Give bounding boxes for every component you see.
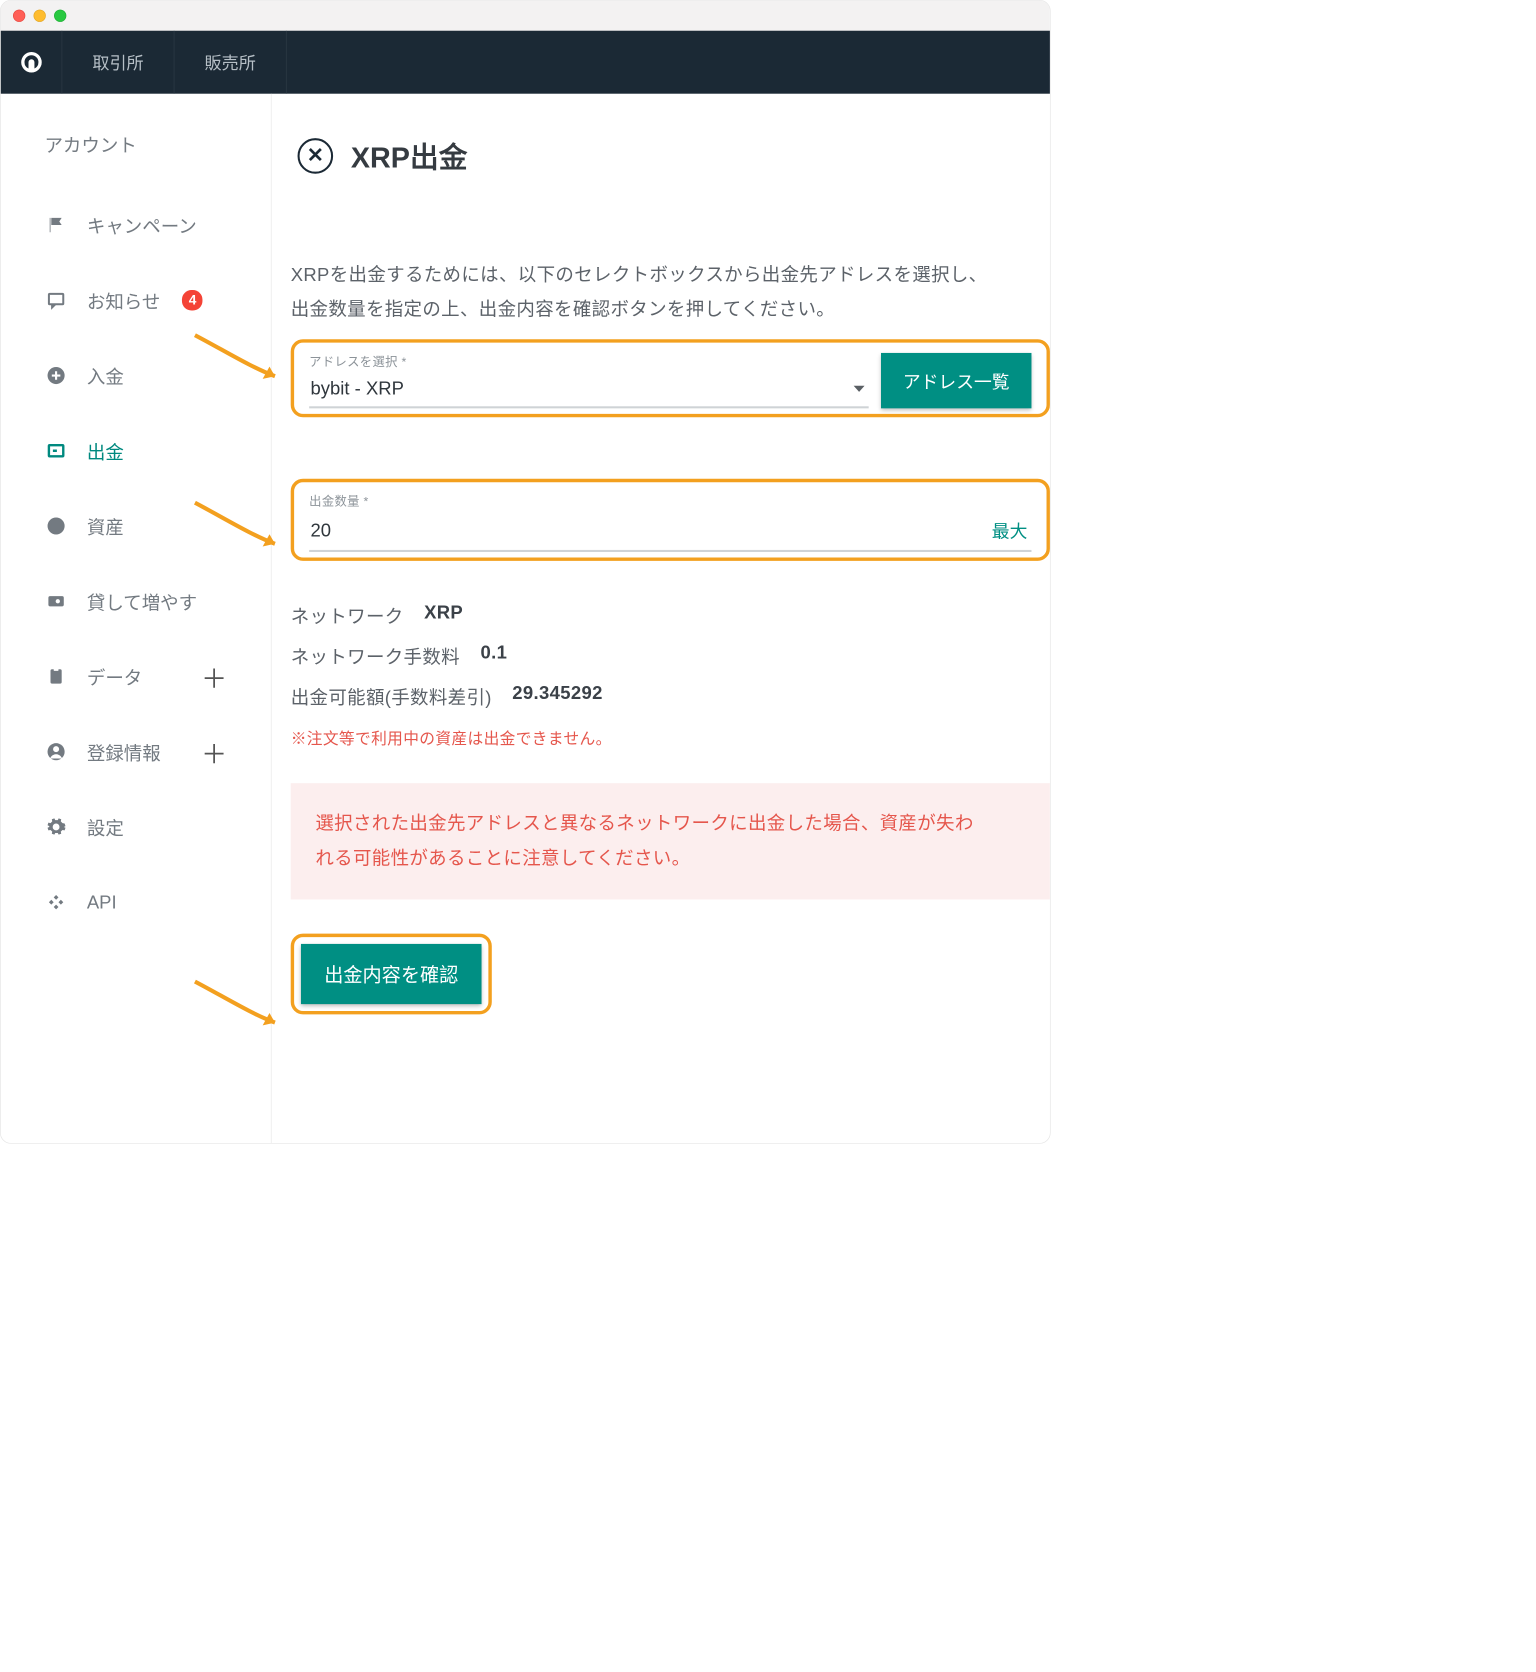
address-list-button[interactable]: アドレス一覧 bbox=[881, 353, 1031, 408]
max-button[interactable]: 最大 bbox=[992, 518, 1028, 543]
sidebar-item-deposit[interactable]: 入金 bbox=[1, 338, 271, 413]
withdraw-icon bbox=[44, 439, 67, 462]
xrp-icon: ✕ bbox=[298, 138, 334, 174]
withdrawal-info: ネットワーク XRP ネットワーク手数料 0.1 出金可能額(手数料差引) 29… bbox=[291, 602, 1050, 709]
close-window-dot[interactable] bbox=[13, 9, 25, 21]
chat-icon bbox=[44, 289, 67, 312]
submit-highlight: 出金内容を確認 bbox=[291, 934, 492, 1015]
sidebar-item-settings[interactable]: 設定 bbox=[1, 789, 271, 864]
nav-sales[interactable]: 販売所 bbox=[174, 31, 286, 94]
available-value: 29.345292 bbox=[512, 683, 602, 710]
main-content: ✕ XRP出金 XRPを出金するためには、以下のセレクトボックスから出金先アドレ… bbox=[272, 94, 1050, 1144]
sidebar-item-notifications[interactable]: お知らせ 4 bbox=[1, 263, 271, 338]
address-select[interactable]: bybit - XRP bbox=[309, 374, 869, 408]
warning-text: ※注文等で利用中の資産は出金できません。 bbox=[291, 726, 1050, 749]
amount-highlight: 出金数量 * 最大 bbox=[291, 479, 1050, 561]
clipboard-icon bbox=[44, 665, 67, 688]
window-titlebar bbox=[1, 1, 1050, 31]
sidebar-item-label: お知らせ bbox=[87, 287, 161, 314]
sidebar-item-label: API bbox=[87, 892, 117, 913]
flag-icon bbox=[44, 213, 67, 236]
address-label: アドレスを選択 * bbox=[309, 352, 869, 370]
pie-icon bbox=[44, 514, 67, 537]
available-label: 出金可能額(手数料差引) bbox=[291, 683, 492, 710]
minimize-window-dot[interactable] bbox=[34, 9, 46, 21]
network-value: XRP bbox=[424, 602, 463, 629]
sidebar-item-label: 貸して増やす bbox=[87, 588, 197, 615]
network-alert: 選択された出金先アドレスと異なるネットワークに出金した場合、資産が失わ れる可能… bbox=[291, 783, 1050, 900]
sidebar-item-assets[interactable]: 資産 bbox=[1, 488, 271, 563]
sidebar: アカウント キャンペーン お知らせ 4 入金 出金 資産 bbox=[1, 94, 272, 1144]
sidebar-item-withdraw[interactable]: 出金 bbox=[1, 413, 271, 488]
sidebar-item-campaign[interactable]: キャンペーン bbox=[1, 187, 271, 262]
sidebar-item-label: データ bbox=[87, 663, 142, 690]
user-icon bbox=[44, 740, 67, 763]
maximize-window-dot[interactable] bbox=[54, 9, 66, 21]
page-title: XRP出金 bbox=[351, 135, 468, 177]
plus-circle-icon bbox=[44, 364, 67, 387]
sidebar-item-data[interactable]: データ ＋ bbox=[1, 639, 271, 714]
api-icon bbox=[44, 891, 67, 914]
address-selected-value: bybit - XRP bbox=[311, 378, 404, 399]
wallet-icon bbox=[44, 590, 67, 613]
amount-input[interactable] bbox=[311, 520, 992, 541]
sidebar-item-api[interactable]: API bbox=[1, 865, 271, 940]
page-description: XRPを出金するためには、以下のセレクトボックスから出金先アドレスを選択し、 出… bbox=[291, 259, 1050, 327]
sidebar-item-lending[interactable]: 貸して増やす bbox=[1, 564, 271, 639]
expand-icon: ＋ bbox=[201, 658, 227, 696]
nav-exchange[interactable]: 取引所 bbox=[62, 31, 174, 94]
amount-label: 出金数量 * bbox=[309, 492, 1031, 510]
chevron-down-icon bbox=[854, 386, 865, 392]
sidebar-item-label: 設定 bbox=[87, 814, 124, 841]
sidebar-item-label: キャンペーン bbox=[87, 212, 197, 239]
sidebar-item-label: 登録情報 bbox=[87, 738, 161, 765]
gear-icon bbox=[44, 815, 67, 838]
address-highlight: アドレスを選択 * bybit - XRP アドレス一覧 bbox=[291, 339, 1050, 417]
sidebar-item-label: 出金 bbox=[87, 437, 124, 464]
sidebar-item-label: 入金 bbox=[87, 362, 124, 389]
expand-icon: ＋ bbox=[201, 733, 227, 771]
fee-label: ネットワーク手数料 bbox=[291, 642, 460, 669]
sidebar-item-label: 資産 bbox=[87, 513, 124, 540]
sidebar-item-profile[interactable]: 登録情報 ＋ bbox=[1, 714, 271, 789]
top-nav: 取引所 販売所 bbox=[1, 31, 1050, 94]
fee-value: 0.1 bbox=[481, 642, 508, 669]
confirm-withdrawal-button[interactable]: 出金内容を確認 bbox=[301, 944, 482, 1004]
notification-badge: 4 bbox=[182, 290, 203, 311]
network-label: ネットワーク bbox=[291, 602, 404, 629]
sidebar-title: アカウント bbox=[1, 131, 271, 188]
brand-logo[interactable] bbox=[1, 31, 63, 94]
logo-icon bbox=[19, 50, 44, 75]
